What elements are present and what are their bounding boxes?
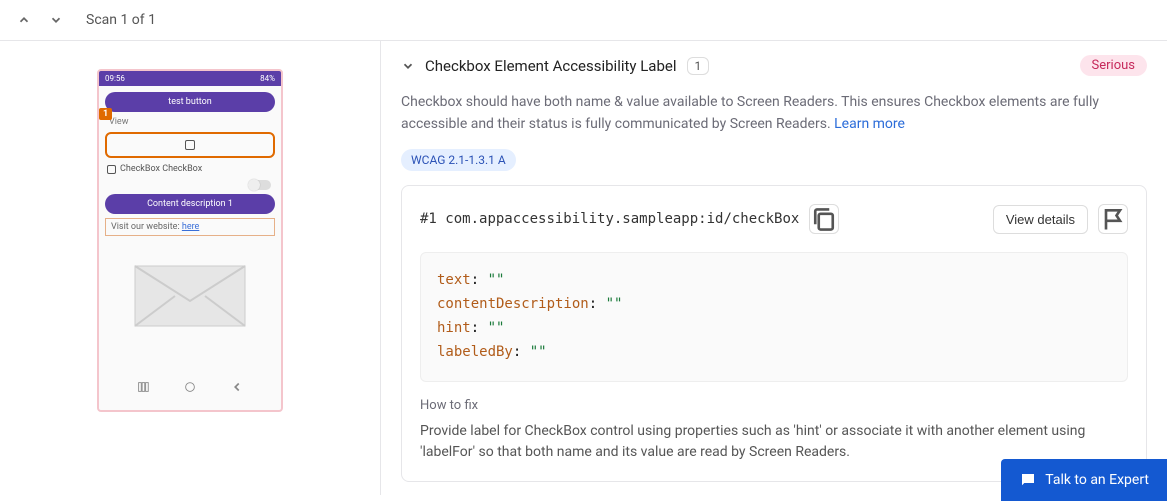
device-preview: 09:56 84% test button 1 View CheckBox Ch…: [97, 69, 283, 412]
selector-index: #1: [420, 211, 437, 227]
severity-badge: Serious: [1080, 55, 1147, 76]
preview-toggle: [105, 180, 275, 190]
view-details-button[interactable]: View details: [993, 205, 1088, 234]
main-area: 09:56 84% test button 1 View CheckBox Ch…: [0, 41, 1167, 495]
preview-checkbox-row: CheckBox CheckBox: [105, 162, 275, 176]
prop-text-val: "": [488, 272, 505, 288]
how-to-fix: How to fix Provide label for CheckBox co…: [420, 398, 1128, 463]
selector-path: com.appaccessibility.sampleapp:id/checkB…: [445, 211, 799, 227]
status-battery: 84%: [260, 74, 275, 83]
prop-cd-key: contentDescription: [437, 296, 589, 312]
properties-code-block: text: "" contentDescription: "" hint: ""…: [420, 252, 1128, 381]
device-statusbar: 09:56 84%: [99, 71, 281, 86]
preview-contentdesc-button: Content description 1: [105, 194, 275, 214]
preview-test-button: test button: [105, 92, 275, 112]
issue-title: Checkbox Element Accessibility Label: [425, 57, 677, 75]
issue-card: #1 com.appaccessibility.sampleapp:id/che…: [401, 185, 1147, 481]
prop-lb-val: "": [530, 344, 547, 360]
issue-description-text: Checkbox should have both name & value a…: [401, 94, 1099, 132]
next-scan-button[interactable]: [46, 10, 66, 30]
prop-lb-key: labeledBy: [437, 344, 513, 360]
highlighted-checkbox: [105, 132, 275, 158]
prop-cd-val: "": [606, 296, 623, 312]
preview-envelope-image: [105, 246, 275, 346]
talk-to-expert-label: Talk to an Expert: [1045, 472, 1149, 488]
topbar: Scan 1 of 1: [0, 0, 1167, 41]
element-selector: #1 com.appaccessibility.sampleapp:id/che…: [420, 211, 799, 227]
issue-description: Checkbox should have both name & value a…: [401, 92, 1147, 135]
prev-scan-button[interactable]: [14, 10, 34, 30]
scan-counter: Scan 1 of 1: [86, 12, 156, 28]
prop-text-key: text: [437, 272, 471, 288]
learn-more-link[interactable]: Learn more: [834, 116, 905, 132]
preview-visit-prefix: Visit our website:: [111, 222, 182, 232]
talk-to-expert-button[interactable]: Talk to an Expert: [1001, 459, 1167, 501]
howto-title: How to fix: [420, 398, 1128, 413]
preview-visit-link: here: [182, 222, 199, 232]
preview-view-label: 1 View: [105, 116, 275, 128]
status-time: 09:56: [105, 74, 125, 83]
preview-checkbox-label: CheckBox CheckBox: [120, 164, 202, 174]
copy-button[interactable]: [809, 204, 839, 234]
checkbox-icon: [107, 165, 116, 174]
preview-navbar: [105, 370, 275, 404]
flag-button[interactable]: [1098, 204, 1128, 234]
wcag-tag: WCAG 2.1-1.3.1 A: [401, 149, 516, 171]
howto-body: Provide label for CheckBox control using…: [420, 421, 1128, 463]
screenshot-panel: 09:56 84% test button 1 View CheckBox Ch…: [0, 41, 381, 495]
issue-header: Checkbox Element Accessibility Label 1 S…: [401, 55, 1147, 76]
chat-icon: [1019, 471, 1037, 489]
card-header: #1 com.appaccessibility.sampleapp:id/che…: [420, 204, 1128, 234]
prop-hint-val: "": [488, 320, 505, 336]
prop-hint-key: hint: [437, 320, 471, 336]
preview-visit-text: Visit our website: here: [105, 218, 275, 236]
issue-count-badge: 1: [687, 57, 710, 75]
collapse-button[interactable]: [401, 59, 415, 73]
issue-marker-badge: 1: [99, 108, 112, 120]
issue-panel: Checkbox Element Accessibility Label 1 S…: [381, 41, 1167, 495]
